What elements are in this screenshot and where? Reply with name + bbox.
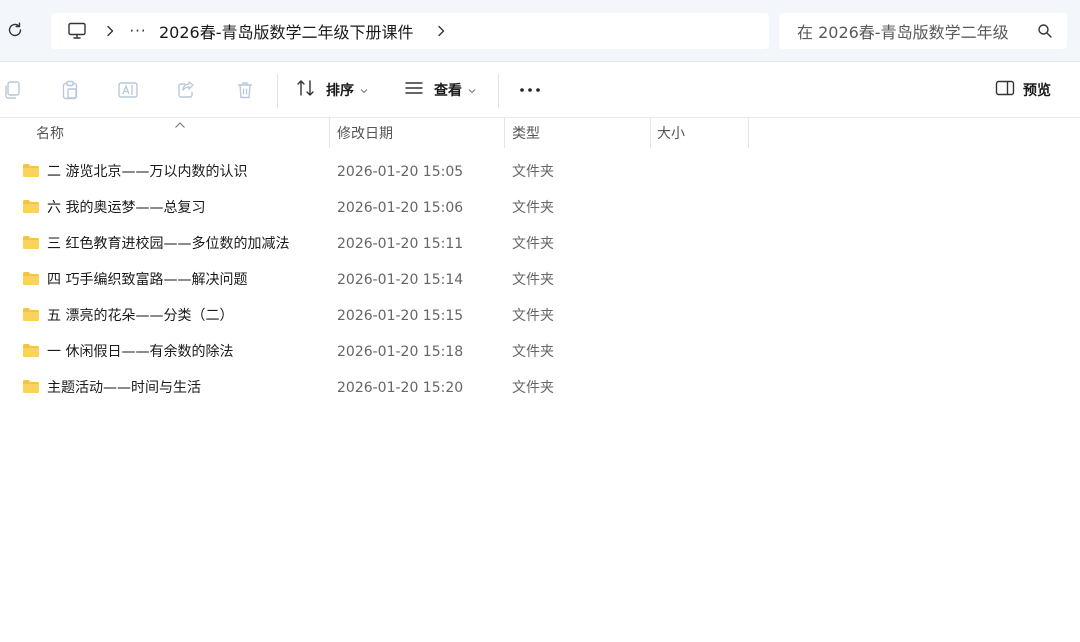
folder-icon xyxy=(22,199,40,214)
file-list: 二 游览北京——万以内数的认识 2026-01-20 15:05 文件夹 六 我… xyxy=(0,154,1080,406)
column-divider[interactable] xyxy=(650,118,651,148)
toolbar-divider xyxy=(277,74,278,108)
command-bar: 排序 查看 预览 xyxy=(0,62,1080,118)
file-modified: 2026-01-20 15:11 xyxy=(337,236,464,252)
file-row[interactable]: 主题活动——时间与生活 2026-01-20 15:20 文件夹 xyxy=(0,370,1080,406)
file-modified: 2026-01-20 15:06 xyxy=(337,200,464,216)
file-modified: 2026-01-20 15:15 xyxy=(337,308,464,324)
sort-button-label: 排序 xyxy=(326,83,354,99)
preview-button[interactable]: 预览 xyxy=(995,76,1051,104)
column-header-modified[interactable]: 修改日期 xyxy=(337,118,393,148)
paste-icon[interactable] xyxy=(58,78,82,102)
column-header-size[interactable]: 大小 xyxy=(657,118,685,148)
file-modified: 2026-01-20 15:05 xyxy=(337,164,464,180)
file-modified: 2026-01-20 15:18 xyxy=(337,344,464,360)
address-row: ··· 2026春-青岛版数学二年级下册课件 在 2026春-青岛版数学二年级 xyxy=(0,0,1080,62)
folder-icon xyxy=(22,379,40,394)
folder-icon xyxy=(22,343,40,358)
file-name: 五 漂亮的花朵——分类（二） xyxy=(47,308,234,324)
refresh-icon[interactable] xyxy=(4,19,26,41)
preview-pane-icon xyxy=(995,80,1015,100)
file-row[interactable]: 二 游览北京——万以内数的认识 2026-01-20 15:05 文件夹 xyxy=(0,154,1080,190)
view-button[interactable]: 查看 xyxy=(404,76,476,104)
file-type: 文件夹 xyxy=(512,380,554,396)
breadcrumb[interactable]: ··· 2026春-青岛版数学二年级下册课件 xyxy=(51,13,769,49)
file-name: 四 巧手编织致富路——解决问题 xyxy=(47,272,248,288)
file-type: 文件夹 xyxy=(512,236,554,252)
breadcrumb-overflow-button[interactable]: ··· xyxy=(125,19,151,43)
column-header-type[interactable]: 类型 xyxy=(512,118,540,148)
file-modified: 2026-01-20 15:20 xyxy=(337,380,464,396)
folder-icon xyxy=(22,235,40,250)
chevron-right-icon[interactable] xyxy=(97,19,123,43)
chevron-down-icon xyxy=(468,82,476,98)
toolbar-divider xyxy=(498,74,499,108)
column-divider[interactable] xyxy=(504,118,505,148)
column-header-name[interactable]: 名称 xyxy=(36,118,64,148)
search-placeholder: 在 2026春-青岛版数学二年级 xyxy=(797,23,1009,42)
preview-button-label: 预览 xyxy=(1023,83,1051,99)
more-options-button[interactable] xyxy=(517,78,543,102)
chevron-down-icon xyxy=(360,82,368,98)
search-input[interactable]: 在 2026春-青岛版数学二年级 xyxy=(779,13,1067,49)
file-name: 六 我的奥运梦——总复习 xyxy=(47,200,206,216)
file-row[interactable]: 六 我的奥运梦——总复习 2026-01-20 15:06 文件夹 xyxy=(0,190,1080,226)
search-icon[interactable] xyxy=(1037,23,1053,39)
file-modified: 2026-01-20 15:14 xyxy=(337,272,464,288)
file-type: 文件夹 xyxy=(512,164,554,180)
delete-icon[interactable] xyxy=(233,78,257,102)
file-row[interactable]: 三 红色教育进校园——多位数的加减法 2026-01-20 15:11 文件夹 xyxy=(0,226,1080,262)
computer-icon[interactable] xyxy=(65,19,89,43)
column-divider[interactable] xyxy=(748,118,749,148)
file-type: 文件夹 xyxy=(512,308,554,324)
file-name: 三 红色教育进校园——多位数的加减法 xyxy=(47,236,290,252)
file-type: 文件夹 xyxy=(512,200,554,216)
file-type: 文件夹 xyxy=(512,272,554,288)
breadcrumb-current-folder[interactable]: 2026春-青岛版数学二年级下册课件 xyxy=(159,19,414,43)
share-icon[interactable] xyxy=(174,78,198,102)
file-name: 主题活动——时间与生活 xyxy=(47,380,201,396)
folder-icon xyxy=(22,307,40,322)
file-type: 文件夹 xyxy=(512,344,554,360)
folder-icon xyxy=(22,163,40,178)
file-row[interactable]: 四 巧手编织致富路——解决问题 2026-01-20 15:14 文件夹 xyxy=(0,262,1080,298)
sort-ascending-icon xyxy=(174,114,186,128)
sort-icon xyxy=(296,79,316,101)
file-row[interactable]: 一 休闲假日——有余数的除法 2026-01-20 15:18 文件夹 xyxy=(0,334,1080,370)
view-icon xyxy=(404,80,424,100)
copy-icon[interactable] xyxy=(0,78,24,102)
file-name: 一 休闲假日——有余数的除法 xyxy=(47,344,234,360)
chevron-right-icon[interactable] xyxy=(428,19,454,43)
sort-button[interactable]: 排序 xyxy=(296,76,368,104)
column-divider[interactable] xyxy=(329,118,330,148)
folder-icon xyxy=(22,271,40,286)
view-button-label: 查看 xyxy=(434,83,462,99)
file-name: 二 游览北京——万以内数的认识 xyxy=(47,164,248,180)
file-row[interactable]: 五 漂亮的花朵——分类（二） 2026-01-20 15:15 文件夹 xyxy=(0,298,1080,334)
rename-icon[interactable] xyxy=(116,78,140,102)
